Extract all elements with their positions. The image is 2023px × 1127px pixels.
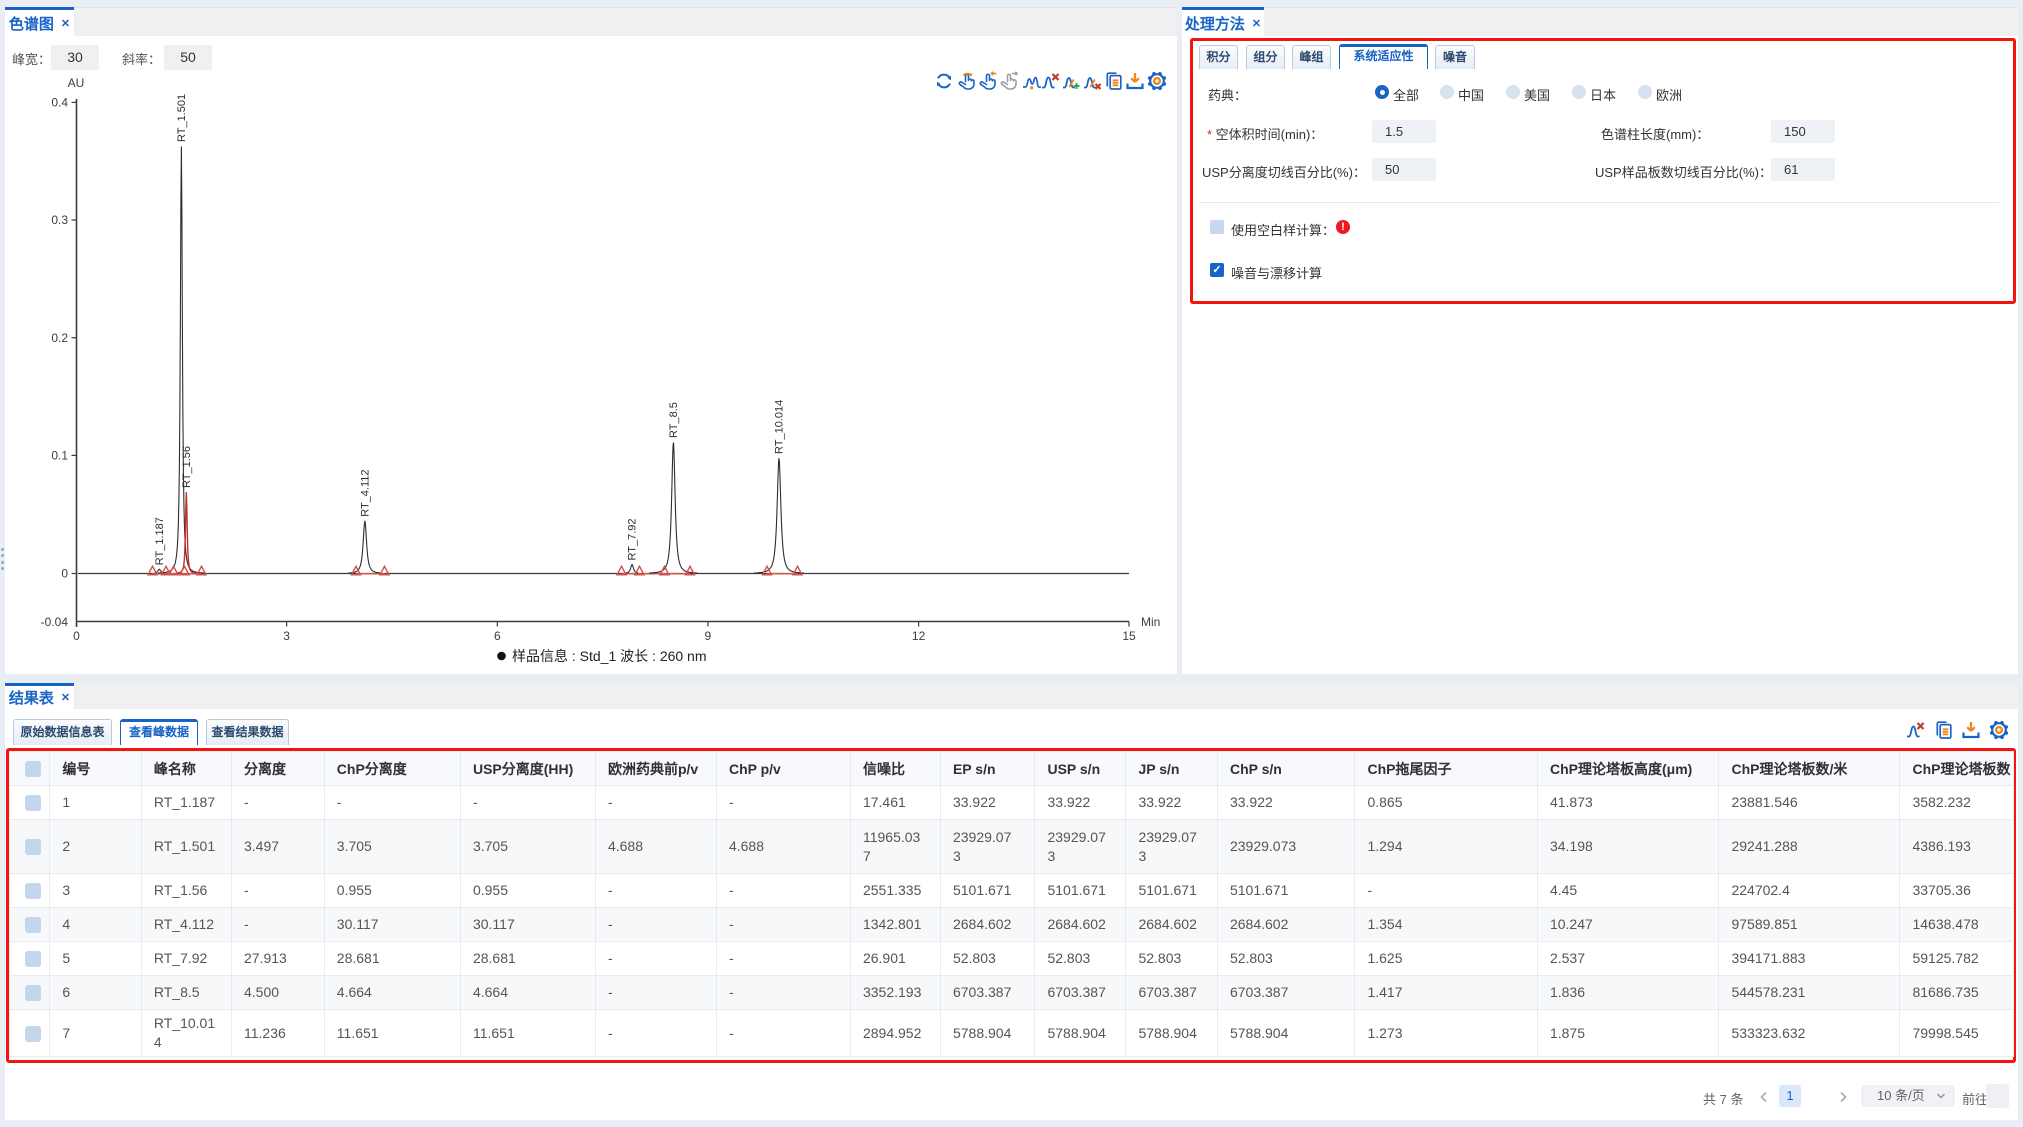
svg-text:0.2: 0.2 [51, 331, 68, 345]
svg-text:RT_1.187: RT_1.187 [154, 517, 166, 565]
svg-text:12: 12 [912, 629, 926, 643]
svg-text:6: 6 [494, 629, 501, 643]
svg-text:RT_4.112: RT_4.112 [359, 470, 371, 517]
svg-text:RT_8.5: RT_8.5 [668, 402, 680, 438]
svg-text:RT_1.56: RT_1.56 [181, 446, 193, 488]
svg-text:0.1: 0.1 [51, 449, 68, 463]
svg-text:9: 9 [705, 629, 712, 643]
svg-text:15: 15 [1122, 629, 1136, 643]
svg-text:RT_7.92: RT_7.92 [627, 519, 639, 561]
svg-text:样品信息 : Std_1 波长 : 260 nm: 样品信息 : Std_1 波长 : 260 nm [512, 648, 707, 664]
svg-text:0.4: 0.4 [51, 96, 68, 110]
svg-text:0: 0 [73, 629, 80, 643]
svg-text:RT_1.501: RT_1.501 [176, 94, 188, 142]
svg-text:Min: Min [1141, 615, 1160, 629]
svg-text:RT_10.014: RT_10.014 [774, 400, 786, 454]
svg-text:3: 3 [283, 629, 290, 643]
svg-text:0: 0 [61, 567, 68, 581]
svg-text:AU: AU [68, 76, 85, 90]
svg-text:-0.04: -0.04 [41, 615, 69, 629]
svg-text:0.3: 0.3 [51, 213, 68, 227]
